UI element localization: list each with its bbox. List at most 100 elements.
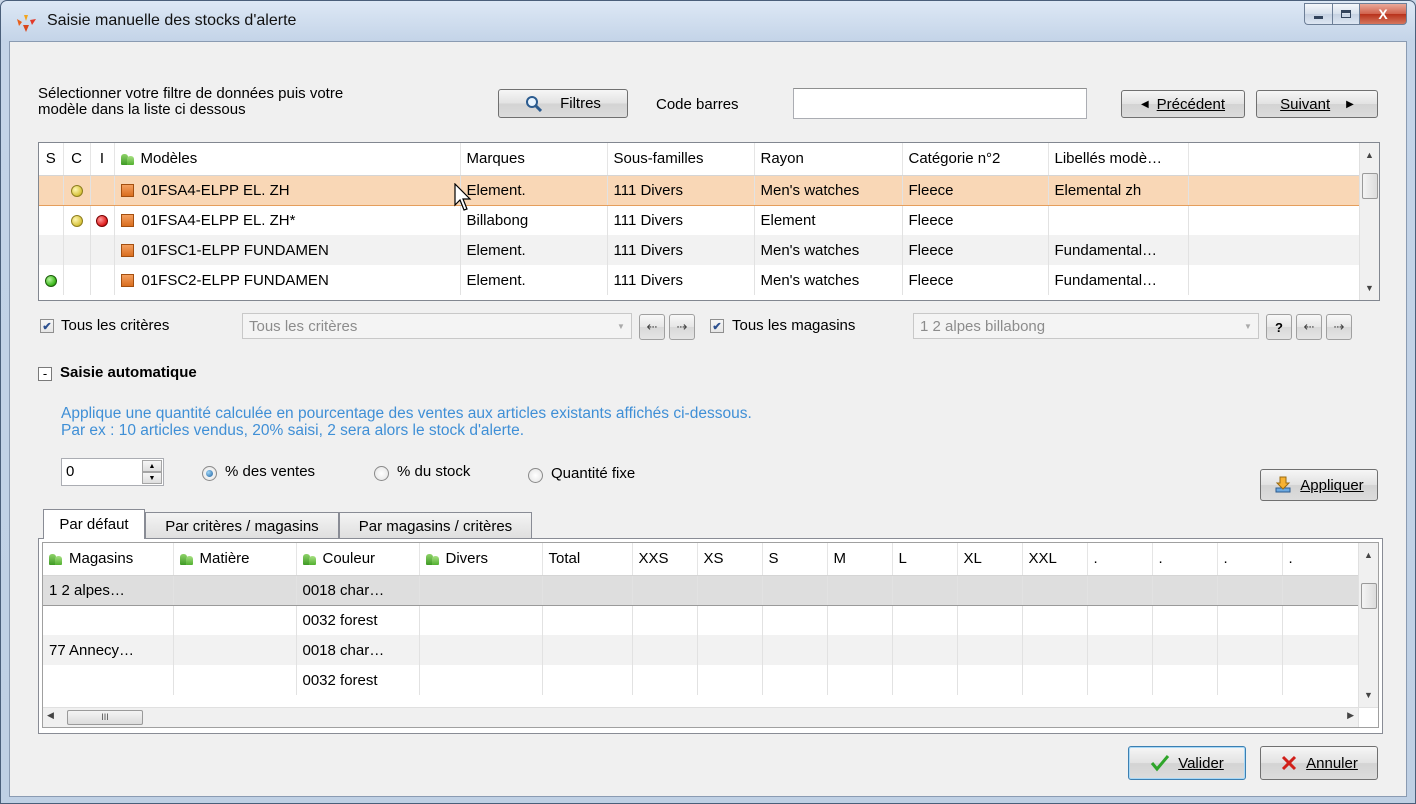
quantity-cell[interactable] <box>1087 665 1153 695</box>
hscroll-thumb[interactable]: III <box>67 710 143 725</box>
quantity-cell[interactable] <box>697 665 763 695</box>
criteres-next-button[interactable]: ⇢ <box>669 314 695 340</box>
quantity-cell[interactable] <box>892 574 958 606</box>
quantity-cell[interactable] <box>1282 605 1359 635</box>
quantity-cell[interactable] <box>542 574 633 606</box>
maximize-button[interactable] <box>1332 3 1360 25</box>
quantity-cell[interactable] <box>1087 605 1153 635</box>
models-grid[interactable]: S C I Modèles Marques Sous-familles Rayo… <box>38 142 1380 301</box>
quantity-cell[interactable] <box>827 605 893 635</box>
quantity-cell[interactable] <box>827 665 893 695</box>
col-header-m[interactable]: M <box>827 543 893 576</box>
quantity-cell[interactable] <box>632 635 698 665</box>
filtres-button[interactable]: Filtres <box>498 89 628 118</box>
scroll-thumb[interactable] <box>1362 173 1378 199</box>
criteres-combo[interactable]: Tous les critères ▼ <box>242 313 632 339</box>
stock-horizontal-scrollbar[interactable]: ◀ III ▶ <box>43 707 1358 727</box>
col-header-i[interactable]: I <box>90 143 115 176</box>
appliquer-button[interactable]: Appliquer <box>1260 469 1378 501</box>
help-button[interactable]: ? <box>1266 314 1292 340</box>
col-header-xxl[interactable]: XXL <box>1022 543 1088 576</box>
close-button[interactable]: X <box>1360 3 1407 25</box>
magasins-prev-button[interactable]: ⇠ <box>1296 314 1322 340</box>
radio-pct-stock[interactable] <box>374 466 389 481</box>
quantity-cell[interactable] <box>419 605 543 635</box>
quantity-cell[interactable] <box>827 635 893 665</box>
model-row[interactable]: 01FSA4-ELPP EL. ZH Element. 111 Divers M… <box>39 174 1360 206</box>
quantity-cell[interactable] <box>957 635 1023 665</box>
quantity-cell[interactable] <box>1152 635 1218 665</box>
scroll-thumb[interactable] <box>1361 583 1377 609</box>
scroll-up-icon[interactable]: ▲ <box>1359 545 1378 565</box>
scroll-up-icon[interactable]: ▲ <box>1360 145 1379 165</box>
quantity-cell[interactable] <box>1282 665 1359 695</box>
chevron-down-icon[interactable]: ▼ <box>1238 314 1258 338</box>
stock-row[interactable]: 0032 forest <box>43 605 1359 635</box>
col-header-divers[interactable]: Divers <box>419 543 543 576</box>
magasins-combo[interactable]: 1 2 alpes billabong ▼ <box>913 313 1259 339</box>
code-barres-input[interactable] <box>793 88 1087 119</box>
quantity-cell[interactable] <box>419 635 543 665</box>
col-header-extra-1[interactable]: . <box>1087 543 1153 576</box>
tous-criteres-checkbox[interactable]: ✔ <box>40 319 54 333</box>
col-header-matiere[interactable]: Matière <box>173 543 297 576</box>
collapse-section-button[interactable]: - <box>38 367 52 381</box>
model-row[interactable]: 01FSC1-ELPP FUNDAMEN Element. 111 Divers… <box>39 235 1360 265</box>
magasins-next-button[interactable]: ⇢ <box>1326 314 1352 340</box>
quantity-cell[interactable] <box>1022 635 1088 665</box>
col-header-extra-3[interactable]: . <box>1217 543 1283 576</box>
radio-quantite-fixe[interactable] <box>528 468 543 483</box>
tab-par-criteres-magasins[interactable]: Par critères / magasins <box>145 512 339 539</box>
col-header-extra-2[interactable]: . <box>1152 543 1218 576</box>
tous-magasins-checkbox[interactable]: ✔ <box>710 319 724 333</box>
col-header-marques[interactable]: Marques <box>460 143 608 176</box>
quantity-cell[interactable] <box>542 665 633 695</box>
col-header-xl[interactable]: XL <box>957 543 1023 576</box>
quantity-cell[interactable] <box>1087 574 1153 606</box>
col-header-xs[interactable]: XS <box>697 543 763 576</box>
stock-row[interactable]: 1 2 alpes… 0018 char… <box>43 574 1359 606</box>
quantity-cell[interactable] <box>632 605 698 635</box>
quantity-cell[interactable] <box>762 635 828 665</box>
quantity-cell[interactable] <box>1152 665 1218 695</box>
col-header-s[interactable]: S <box>39 143 64 176</box>
quantity-cell[interactable] <box>762 605 828 635</box>
quantity-cell[interactable] <box>1087 635 1153 665</box>
stock-vertical-scrollbar[interactable]: ▲ ▼ <box>1358 543 1378 707</box>
quantity-cell[interactable] <box>697 605 763 635</box>
col-header-rayon[interactable]: Rayon <box>754 143 903 176</box>
col-header-total[interactable]: Total <box>542 543 633 576</box>
quantity-cell[interactable] <box>957 605 1023 635</box>
quantity-cell[interactable] <box>1282 574 1359 606</box>
scroll-down-icon[interactable]: ▼ <box>1359 685 1378 705</box>
col-header-couleur[interactable]: Couleur <box>296 543 420 576</box>
tab-par-magasins-criteres[interactable]: Par magasins / critères <box>339 512 532 539</box>
quantity-cell[interactable] <box>762 574 828 606</box>
model-row[interactable]: 01FSC2-ELPP FUNDAMEN Element. 111 Divers… <box>39 265 1360 295</box>
stock-row[interactable]: 0032 forest <box>43 665 1359 695</box>
quantity-cell[interactable] <box>1022 574 1088 606</box>
col-header-c[interactable]: C <box>63 143 91 176</box>
col-header-xxs[interactable]: XXS <box>632 543 698 576</box>
models-vertical-scrollbar[interactable]: ▲ ▼ <box>1359 143 1379 300</box>
scroll-right-icon[interactable]: ▶ <box>1347 710 1354 721</box>
criteres-prev-button[interactable]: ⇠ <box>639 314 665 340</box>
col-header-libelles[interactable]: Libellés modè… <box>1048 143 1189 176</box>
model-row[interactable]: 01FSA4-ELPP EL. ZH* Billabong 111 Divers… <box>39 205 1360 235</box>
col-header-l[interactable]: L <box>892 543 958 576</box>
quantity-cell[interactable] <box>1217 635 1283 665</box>
valider-button[interactable]: Valider <box>1128 746 1246 780</box>
quantity-cell[interactable] <box>542 635 633 665</box>
spinner-up-icon[interactable]: ▲ <box>142 460 162 472</box>
quantity-cell[interactable] <box>957 665 1023 695</box>
quantity-cell[interactable] <box>1152 574 1218 606</box>
col-header-s-size[interactable]: S <box>762 543 828 576</box>
quantity-cell[interactable] <box>632 665 698 695</box>
spinner-down-icon[interactable]: ▼ <box>142 472 162 484</box>
quantity-cell[interactable] <box>892 665 958 695</box>
minimize-button[interactable] <box>1304 3 1332 25</box>
quantity-cell[interactable] <box>697 635 763 665</box>
quantity-cell[interactable] <box>1217 574 1283 606</box>
quantity-cell[interactable] <box>419 574 543 606</box>
stock-grid[interactable]: Magasins Matière Couleur Divers Total XX… <box>42 542 1379 728</box>
